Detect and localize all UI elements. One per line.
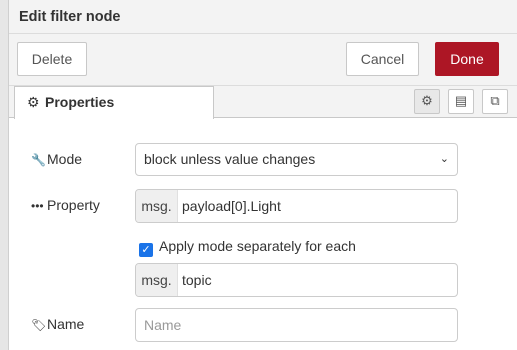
name-placeholder: Name <box>144 317 182 333</box>
settings-tab-button[interactable]: ⚙ <box>414 89 440 114</box>
name-input[interactable]: Name <box>135 308 458 342</box>
mode-select[interactable]: block unless value changes ⌄ <box>135 143 458 176</box>
msg-prefix[interactable]: msg. <box>136 190 178 222</box>
done-button[interactable]: Done <box>435 42 499 76</box>
topic-input[interactable]: msg. topic <box>135 263 458 297</box>
mode-label: 🔧Mode <box>31 151 83 167</box>
gear-icon: ⚙ <box>421 93 433 108</box>
gear-icon: ⚙ <box>27 94 40 110</box>
delete-button[interactable]: Delete <box>17 42 87 76</box>
dialog-title: Edit filter node <box>9 0 517 34</box>
ellipsis-icon: ••• <box>31 199 44 213</box>
appearance-tab-button[interactable]: ⧉ <box>482 89 508 114</box>
property-value: payload[0].Light <box>182 198 281 214</box>
frame-icon: ⧉ <box>490 93 500 108</box>
tag-icon: 🏷 <box>31 318 47 332</box>
document-icon: ▤ <box>454 93 468 108</box>
apply-separately-row: ✓ Apply mode separately for each <box>139 238 356 257</box>
apply-separately-checkbox[interactable]: ✓ <box>139 243 153 257</box>
property-input[interactable]: msg. payload[0].Light <box>135 189 458 223</box>
topic-value: topic <box>182 272 212 288</box>
mode-select-value: block unless value changes <box>144 151 316 167</box>
tabs-bar: ⚙ Properties ⚙ ▤ ⧉ <box>9 86 517 119</box>
name-label: 🏷Name <box>31 316 85 332</box>
tab-label: Properties <box>45 94 115 110</box>
msg-prefix[interactable]: msg. <box>136 264 178 296</box>
cancel-button[interactable]: Cancel <box>346 42 419 76</box>
dialog-toolbar: Delete Cancel Done <box>9 34 517 86</box>
chevron-down-icon: ⌄ <box>439 153 449 165</box>
tab-properties[interactable]: ⚙ Properties <box>14 86 214 119</box>
description-tab-button[interactable]: ▤ <box>448 89 474 114</box>
apply-separately-label: Apply mode separately for each <box>159 238 356 254</box>
properties-form: 🔧Mode block unless value changes ⌄ ••• Pr… <box>9 118 517 350</box>
property-label: ••• Property <box>31 197 100 213</box>
workspace-edge <box>0 0 9 350</box>
edit-dialog: Edit filter node Delete Cancel Done ⚙ Pro… <box>9 0 517 350</box>
wrench-icon: 🔧 <box>31 153 46 167</box>
